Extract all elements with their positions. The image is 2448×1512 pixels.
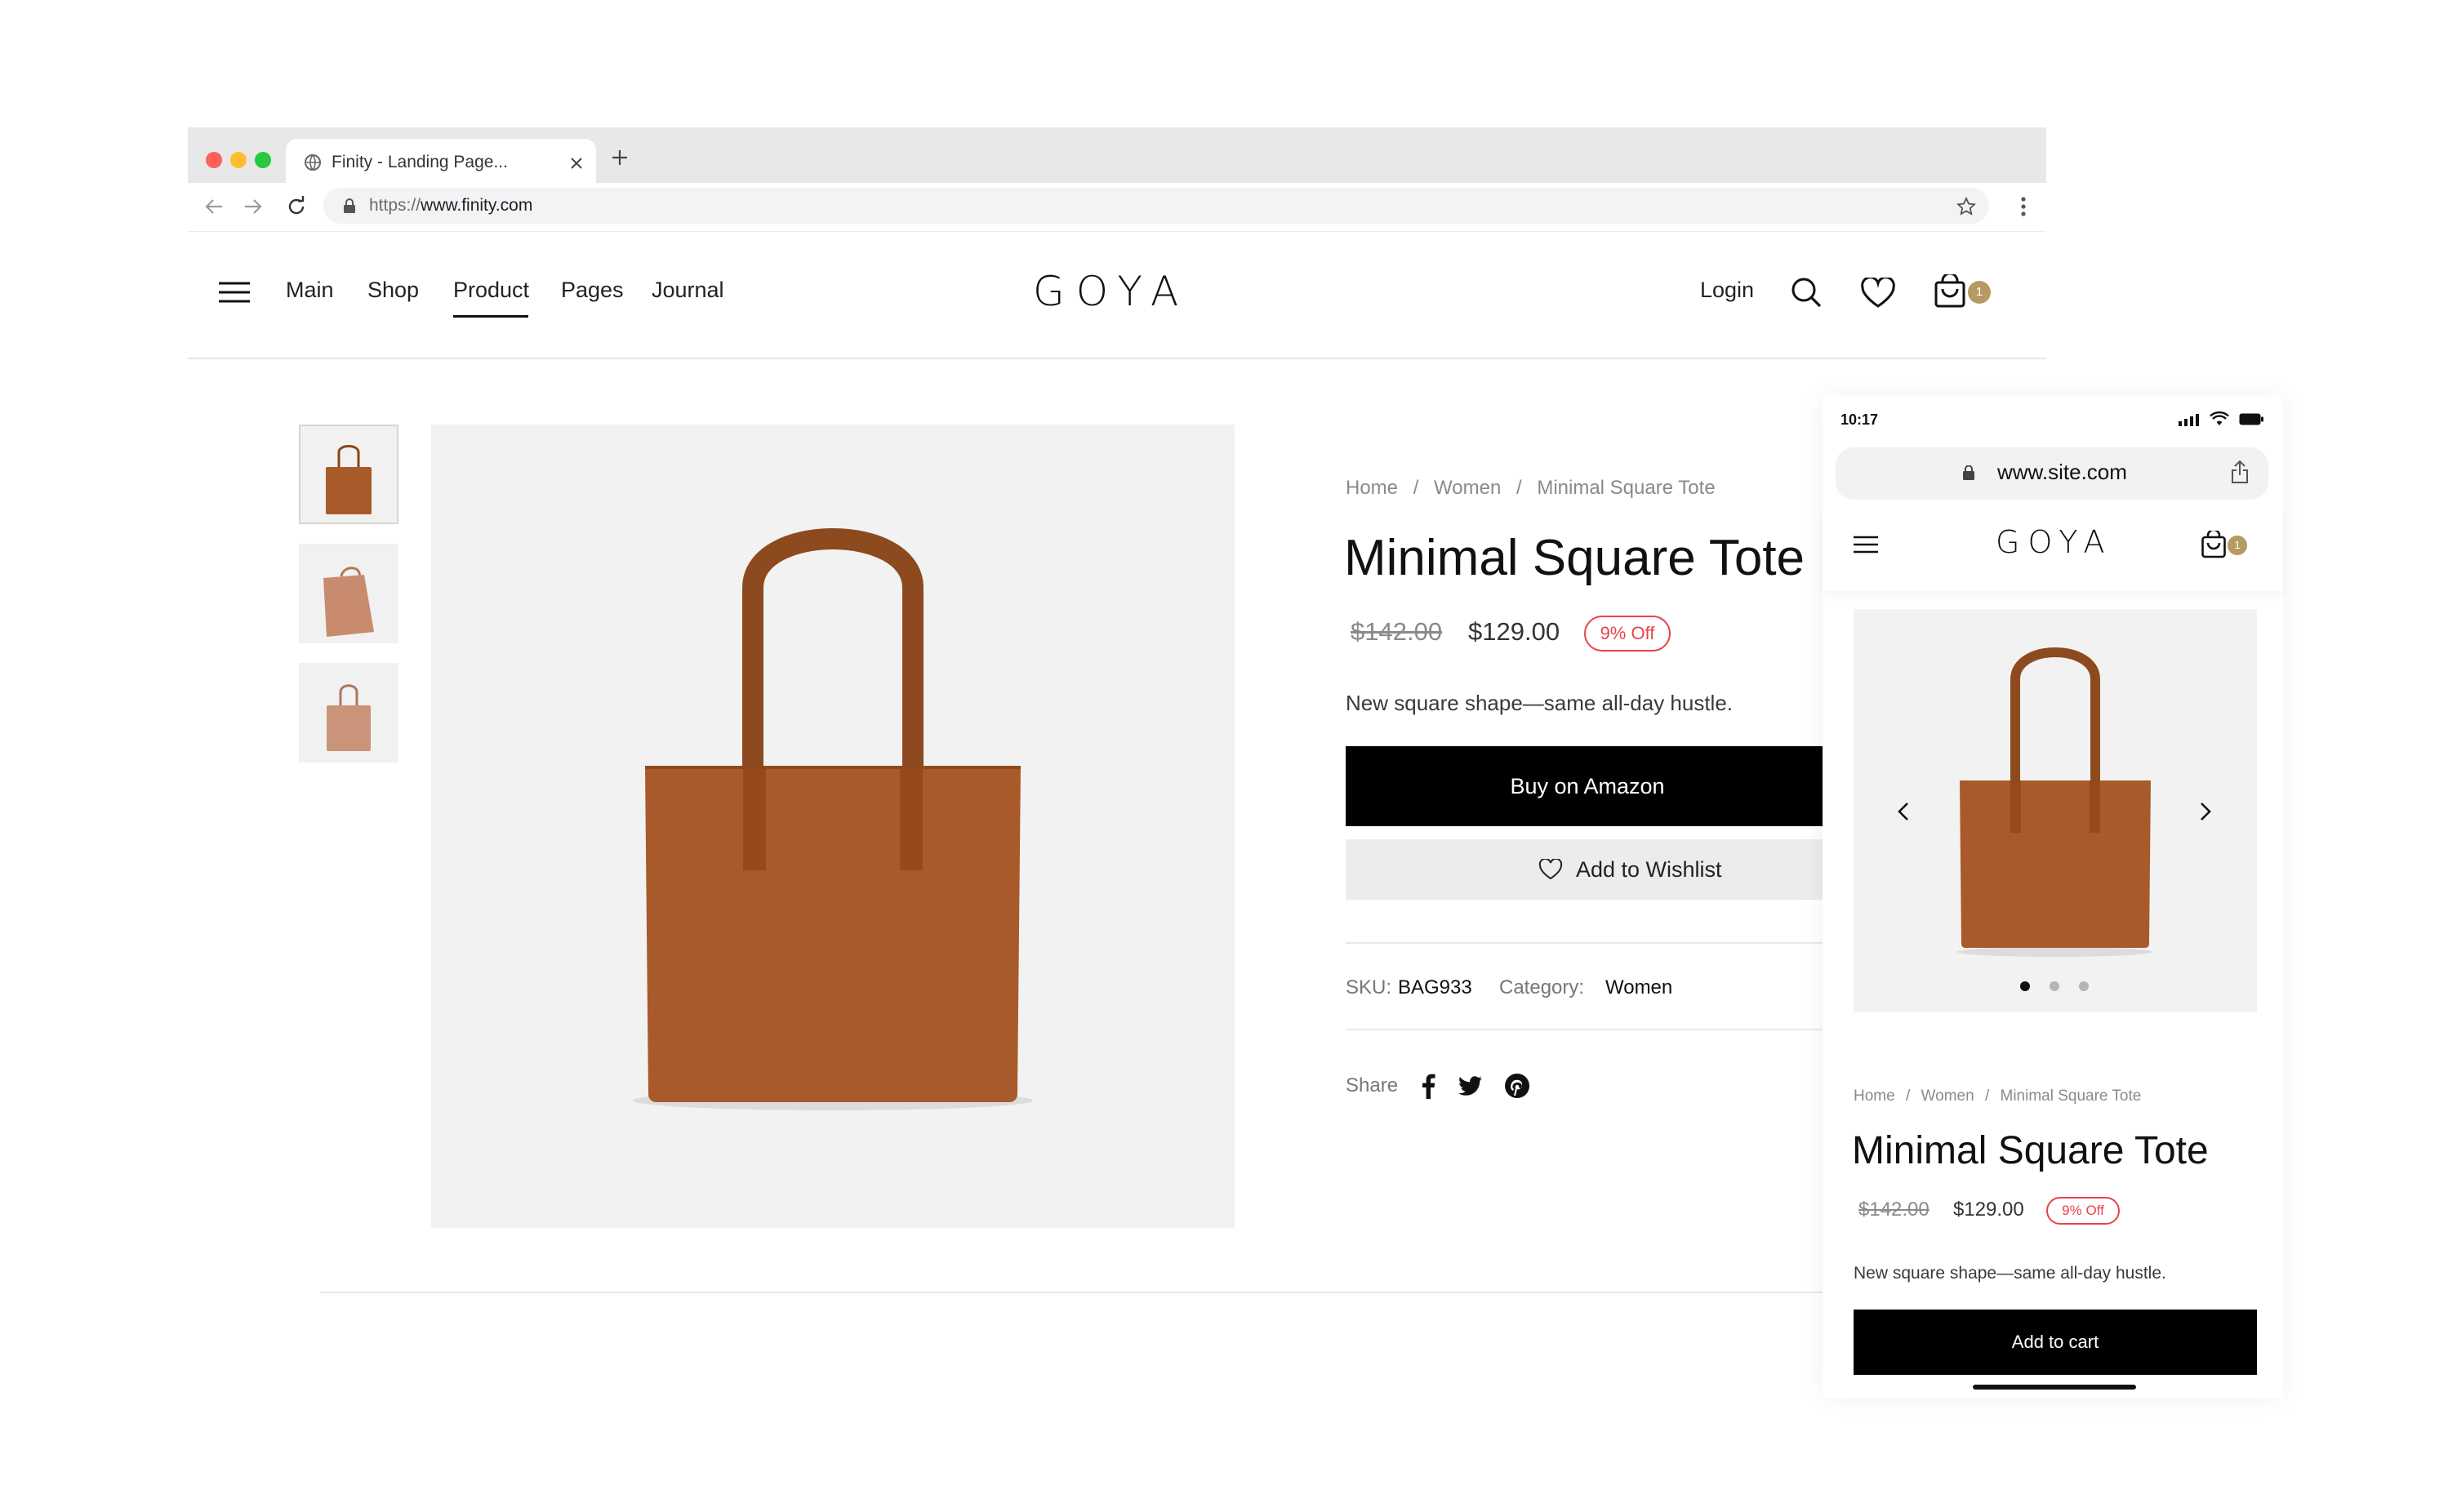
lock-icon	[1963, 465, 1974, 480]
nav-item-journal[interactable]: Journal	[652, 278, 724, 303]
facebook-icon[interactable]	[1421, 1073, 1435, 1099]
maximize-window-button[interactable]	[255, 152, 271, 168]
discount-badge: 9% Off	[1584, 616, 1671, 651]
wishlist-heart-icon[interactable]	[1860, 278, 1896, 309]
close-tab-icon[interactable]	[570, 157, 583, 170]
add-to-wishlist-button[interactable]: Add to Wishlist	[1346, 839, 1829, 900]
category-label: Category:	[1499, 976, 1585, 998]
product-thumbnail-3[interactable]	[299, 663, 398, 763]
product-thumbnail-2[interactable]	[299, 544, 398, 643]
new-tab-icon[interactable]	[611, 149, 629, 167]
hamburger-menu-icon[interactable]	[219, 281, 250, 304]
product-thumbnail-1[interactable]	[299, 425, 398, 524]
signal-icon	[2179, 414, 2199, 426]
carousel-next-icon[interactable]	[2200, 802, 2211, 821]
address-bar[interactable]: https://www.finity.com	[323, 188, 1989, 224]
nav-item-main[interactable]: Main	[286, 278, 334, 303]
tote-bag-image	[633, 528, 1033, 1110]
mobile-preview: 10:17 www.site.com GOYA 1 Home / Women /…	[1823, 395, 2283, 1398]
page-divider	[320, 1292, 1829, 1293]
mobile-cart-count-badge: 1	[2228, 536, 2247, 555]
cart-bag-icon[interactable]	[2201, 531, 2227, 558]
login-link[interactable]: Login	[1700, 278, 1754, 303]
sale-price: $129.00	[1468, 617, 1560, 646]
pinterest-icon[interactable]	[1504, 1073, 1530, 1099]
mobile-original-price: $142.00	[1858, 1198, 1929, 1221]
tote-bag-image	[1957, 647, 2153, 957]
heart-outline-icon	[1538, 859, 1563, 880]
url-protocol: https://	[369, 196, 421, 215]
divider	[1346, 1029, 1829, 1030]
back-arrow-icon[interactable]	[204, 198, 224, 216]
status-time: 10:17	[1840, 411, 1879, 428]
mobile-sale-price: $129.00	[1953, 1198, 2024, 1221]
product-description: New square shape—same all-day hustle.	[1346, 691, 1734, 715]
cart-count-badge: 1	[1968, 281, 1991, 304]
mobile-product-title: Minimal Square Tote	[1852, 1129, 2209, 1172]
carousel-dot-3[interactable]	[2079, 981, 2089, 991]
url-domain: www.finity.com	[421, 196, 533, 215]
tote-bag-front-image	[326, 445, 372, 514]
mobile-breadcrumb: Home / Women / Minimal Square Tote	[1854, 1087, 2142, 1105]
share-icon[interactable]	[2231, 460, 2249, 483]
carousel-dot-1[interactable]	[2020, 981, 2030, 991]
twitter-icon[interactable]	[1458, 1076, 1483, 1096]
site-header: Main Shop Product Pages Journal GOYA Log…	[188, 232, 2046, 359]
active-nav-indicator	[453, 315, 528, 318]
browser-menu-icon[interactable]	[2020, 196, 2027, 217]
lock-icon	[344, 198, 355, 213]
add-to-cart-button[interactable]: Add to cart	[1854, 1310, 2257, 1375]
cart-bag-icon[interactable]	[1934, 274, 1966, 309]
hamburger-menu-icon[interactable]	[1854, 536, 1878, 554]
site-logo[interactable]: GOYA	[1033, 268, 1190, 315]
mobile-product-description: New square shape—same all-day hustle.	[1854, 1264, 2166, 1283]
breadcrumb: Home / Women / Minimal Square Tote	[1346, 477, 1716, 499]
sku-label: SKU:	[1346, 976, 1392, 998]
wifi-icon	[2210, 411, 2229, 425]
product-main-image[interactable]	[431, 425, 1235, 1228]
category-link[interactable]: Women	[1605, 976, 1672, 999]
divider	[1346, 942, 1829, 944]
minimize-window-button[interactable]	[230, 152, 247, 168]
mobile-product-carousel[interactable]	[1854, 609, 2257, 1012]
bookmark-star-icon[interactable]	[1956, 197, 1976, 216]
globe-icon	[305, 154, 321, 171]
buy-on-amazon-button[interactable]: Buy on Amazon	[1346, 746, 1829, 826]
mobile-discount-badge: 9% Off	[2046, 1197, 2120, 1225]
tote-bag-beige-image	[327, 684, 371, 751]
breadcrumb-home[interactable]: Home	[1346, 477, 1398, 499]
browser-toolbar: https://www.finity.com	[188, 183, 2046, 232]
nav-item-pages[interactable]: Pages	[561, 278, 624, 303]
breadcrumb-current: Minimal Square Tote	[1537, 477, 1716, 499]
breadcrumb-current: Minimal Square Tote	[2000, 1087, 2142, 1105]
nav-item-shop[interactable]: Shop	[367, 278, 419, 303]
mobile-url-text: www.site.com	[1997, 460, 2127, 484]
reload-icon[interactable]	[286, 196, 307, 217]
share-label: Share	[1346, 1074, 1399, 1096]
carousel-prev-icon[interactable]	[1898, 802, 1909, 821]
original-price: $142.00	[1351, 617, 1443, 646]
browser-tab[interactable]: Finity - Landing Page...	[286, 139, 596, 185]
mobile-site-logo[interactable]: GOYA	[1996, 524, 2113, 560]
desktop-browser-window: Finity - Landing Page... https://www.fin…	[188, 127, 2046, 1385]
battery-icon	[2239, 413, 2263, 425]
product-title: Minimal Square Tote	[1344, 530, 1805, 586]
mobile-address-bar[interactable]: www.site.com	[1836, 447, 2268, 500]
breadcrumb-women[interactable]: Women	[1434, 477, 1501, 499]
home-indicator	[1973, 1385, 2136, 1390]
sku-value: BAG933	[1398, 976, 1472, 998]
mobile-site-header: GOYA 1	[1823, 509, 2283, 591]
carousel-dot-2[interactable]	[2050, 981, 2059, 991]
tab-title: Finity - Landing Page...	[332, 153, 508, 171]
breadcrumb-women[interactable]: Women	[1921, 1087, 1974, 1105]
add-to-wishlist-label: Add to Wishlist	[1576, 857, 1722, 882]
url-text: https://www.finity.com	[369, 196, 532, 216]
tote-bag-side-image	[323, 567, 374, 637]
breadcrumb-home[interactable]: Home	[1854, 1087, 1895, 1105]
close-window-button[interactable]	[206, 152, 222, 168]
search-icon[interactable]	[1790, 276, 1823, 309]
forward-arrow-icon[interactable]	[243, 198, 263, 216]
browser-tab-strip: Finity - Landing Page...	[188, 127, 2046, 185]
nav-item-product[interactable]: Product	[453, 278, 529, 303]
